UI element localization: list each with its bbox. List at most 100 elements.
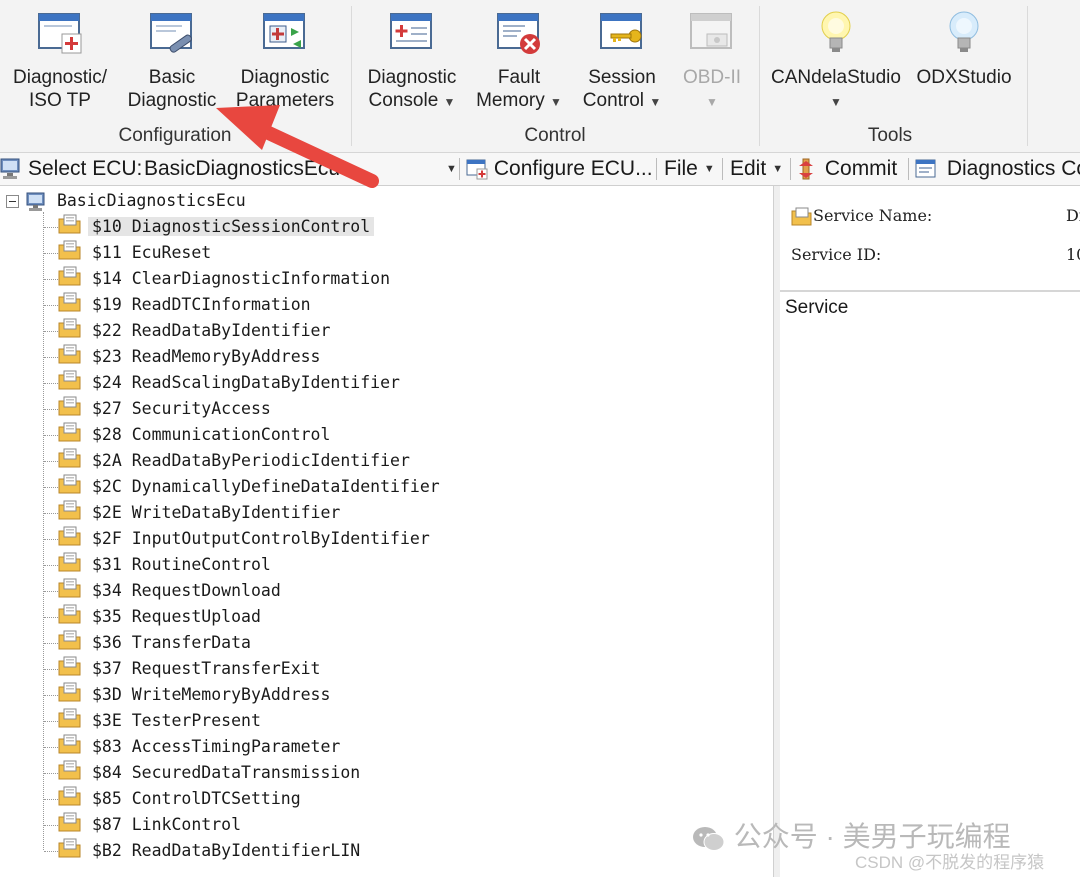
tree-service-label: $2A ReadDataByPeriodicIdentifier bbox=[88, 451, 414, 470]
tree-service-item[interactable]: $27 SecurityAccess bbox=[44, 396, 275, 420]
diagnostic-parameters-button[interactable]: Diagnostic Parameters bbox=[232, 8, 338, 112]
group-label-tools: Tools bbox=[867, 125, 913, 146]
tree-connector bbox=[44, 409, 58, 410]
tree-service-item[interactable]: $3E TesterPresent bbox=[44, 708, 265, 732]
service-name: ReadDataByIdentifierLIN bbox=[131, 841, 361, 860]
window-console-icon bbox=[915, 159, 936, 178]
tree-service-item[interactable]: $2E WriteDataByIdentifier bbox=[44, 500, 344, 524]
tree-service-item[interactable]: $23 ReadMemoryByAddress bbox=[44, 344, 325, 368]
tree-service-item[interactable]: $35 RequestUpload bbox=[44, 604, 265, 628]
service-name-value: Di bbox=[1066, 206, 1080, 225]
service-folder-icon bbox=[58, 760, 82, 787]
edit-menu-label: Edit bbox=[730, 157, 767, 180]
wechat-icon bbox=[693, 826, 725, 851]
tree-service-item[interactable]: $10 DiagnosticSessionControl bbox=[44, 214, 375, 238]
tree-service-item[interactable]: $24 ReadScalingDataByIdentifier bbox=[44, 370, 404, 394]
service-folder-icon bbox=[58, 812, 82, 839]
tree-root[interactable]: BasicDiagnosticsEcu bbox=[6, 190, 246, 212]
service-id: $23 bbox=[92, 347, 122, 366]
diagnostic-iso-tp-button[interactable]: Diagnostic/ ISO TP bbox=[8, 8, 112, 112]
horizontal-splitter[interactable] bbox=[780, 290, 1080, 292]
tree-connector bbox=[44, 617, 58, 618]
tree-service-item[interactable]: $2F InputOutputControlByIdentifier bbox=[44, 526, 434, 550]
service-name: EcuReset bbox=[131, 243, 212, 262]
tree-connector bbox=[44, 539, 58, 540]
diagnostics-console-button[interactable]: Diagnostics Co bbox=[915, 156, 1080, 182]
obd-ii-button[interactable]: OBD-II ▼ bbox=[676, 8, 748, 114]
tree-service-item[interactable]: $11 EcuReset bbox=[44, 240, 215, 264]
tree-service-item[interactable]: $2A ReadDataByPeriodicIdentifier bbox=[44, 448, 414, 472]
service-id: $19 bbox=[92, 295, 122, 314]
select-ecu-label: Select ECU: bbox=[28, 157, 143, 180]
service-folder-icon bbox=[58, 344, 82, 371]
tree-connector bbox=[44, 721, 58, 722]
service-id: $35 bbox=[92, 607, 122, 626]
fault-memory-button[interactable]: Fault Memory ▼ bbox=[470, 8, 568, 114]
tree-connector bbox=[44, 825, 58, 826]
computer-icon bbox=[0, 156, 22, 182]
service-id: $28 bbox=[92, 425, 122, 444]
tree-service-item[interactable]: $3D WriteMemoryByAddress bbox=[44, 682, 334, 706]
tree-connector bbox=[44, 305, 58, 306]
service-folder-icon bbox=[58, 370, 82, 397]
service-id: $34 bbox=[92, 581, 122, 600]
service-folder-icon bbox=[58, 656, 82, 683]
service-folder-icon bbox=[58, 266, 82, 293]
service-name: RequestDownload bbox=[131, 581, 281, 600]
service-id: $24 bbox=[92, 373, 122, 392]
tree-service-item[interactable]: $28 CommunicationControl bbox=[44, 422, 334, 446]
tree-service-item[interactable]: $19 ReadDTCInformation bbox=[44, 292, 315, 316]
service-id: $87 bbox=[92, 815, 122, 834]
odxstudio-button[interactable]: ODXStudio bbox=[912, 8, 1016, 89]
service-folder-icon bbox=[58, 500, 82, 527]
service-id: $84 bbox=[92, 763, 122, 782]
tree-connector bbox=[44, 747, 58, 748]
tree-service-item[interactable]: $22 ReadDataByIdentifier bbox=[44, 318, 334, 342]
ribbon-label: Diagnostic bbox=[240, 67, 330, 88]
file-menu[interactable]: File ▼ bbox=[664, 156, 715, 182]
tree-connector bbox=[44, 253, 58, 254]
configure-ecu-label: Configure ECU... bbox=[493, 157, 653, 180]
ribbon-label: Fault bbox=[497, 67, 541, 88]
key-window-icon bbox=[597, 8, 647, 58]
fault-memory-icon bbox=[494, 8, 544, 58]
ecu-select-value: BasicDiagnosticsEcu bbox=[144, 157, 341, 180]
service-id-label: Service ID: bbox=[791, 245, 882, 264]
tree-service-label: $3D WriteMemoryByAddress bbox=[88, 685, 334, 704]
collapse-icon[interactable] bbox=[6, 195, 19, 208]
tree-service-item[interactable]: $83 AccessTimingParameter bbox=[44, 734, 344, 758]
group-label-configuration: Configuration bbox=[118, 125, 232, 146]
toolbar: Select ECU: BasicDiagnosticsEcu ▼ Config… bbox=[0, 153, 1080, 186]
service-id: $2A bbox=[92, 451, 122, 470]
tree-service-item[interactable]: $2C DynamicallyDefineDataIdentifier bbox=[44, 474, 444, 498]
tree-service-item[interactable]: $B2 ReadDataByIdentifierLIN bbox=[44, 838, 364, 862]
tree-service-item[interactable]: $37 RequestTransferExit bbox=[44, 656, 325, 680]
tree-service-item[interactable]: $34 RequestDownload bbox=[44, 578, 285, 602]
edit-menu[interactable]: Edit ▼ bbox=[730, 156, 783, 182]
candelastudio-button[interactable]: CANdelaStudio ▼ bbox=[770, 8, 902, 114]
ribbon-label: OBD-II bbox=[682, 67, 742, 88]
tree-service-item[interactable]: $36 TransferData bbox=[44, 630, 255, 654]
service-name: SecurityAccess bbox=[131, 399, 271, 418]
tree-service-label: $27 SecurityAccess bbox=[88, 399, 275, 418]
tree-service-item[interactable]: $87 LinkControl bbox=[44, 812, 245, 836]
configure-ecu-button[interactable]: Configure ECU... bbox=[466, 156, 653, 182]
commit-button[interactable]: Commit bbox=[797, 156, 897, 182]
ribbon-label: Diagnostic/ bbox=[13, 67, 107, 88]
tree-service-item[interactable]: $84 SecuredDataTransmission bbox=[44, 760, 364, 784]
ecu-select[interactable]: BasicDiagnosticsEcu ▼ bbox=[144, 156, 457, 182]
lightbulb-blue-icon bbox=[939, 8, 989, 58]
diagnostic-console-button[interactable]: Diagnostic Console ▼ bbox=[360, 8, 464, 114]
session-control-button[interactable]: Session Control ▼ bbox=[574, 8, 670, 114]
tree-connector bbox=[44, 435, 58, 436]
tree-service-item[interactable]: $85 ControlDTCSetting bbox=[44, 786, 305, 810]
tree-service-label: $11 EcuReset bbox=[88, 243, 215, 262]
basic-diagnostic-button[interactable]: Basic Diagnostic bbox=[120, 8, 224, 112]
tree-service-item[interactable]: $14 ClearDiagnosticInformation bbox=[44, 266, 394, 290]
service-folder-icon bbox=[58, 552, 82, 579]
tree-connector bbox=[44, 513, 58, 514]
service-tree[interactable]: BasicDiagnosticsEcu $10 DiagnosticSessio… bbox=[0, 186, 773, 877]
tree-service-label: $84 SecuredDataTransmission bbox=[88, 763, 364, 782]
service-id: $14 bbox=[92, 269, 122, 288]
tree-service-item[interactable]: $31 RoutineControl bbox=[44, 552, 275, 576]
